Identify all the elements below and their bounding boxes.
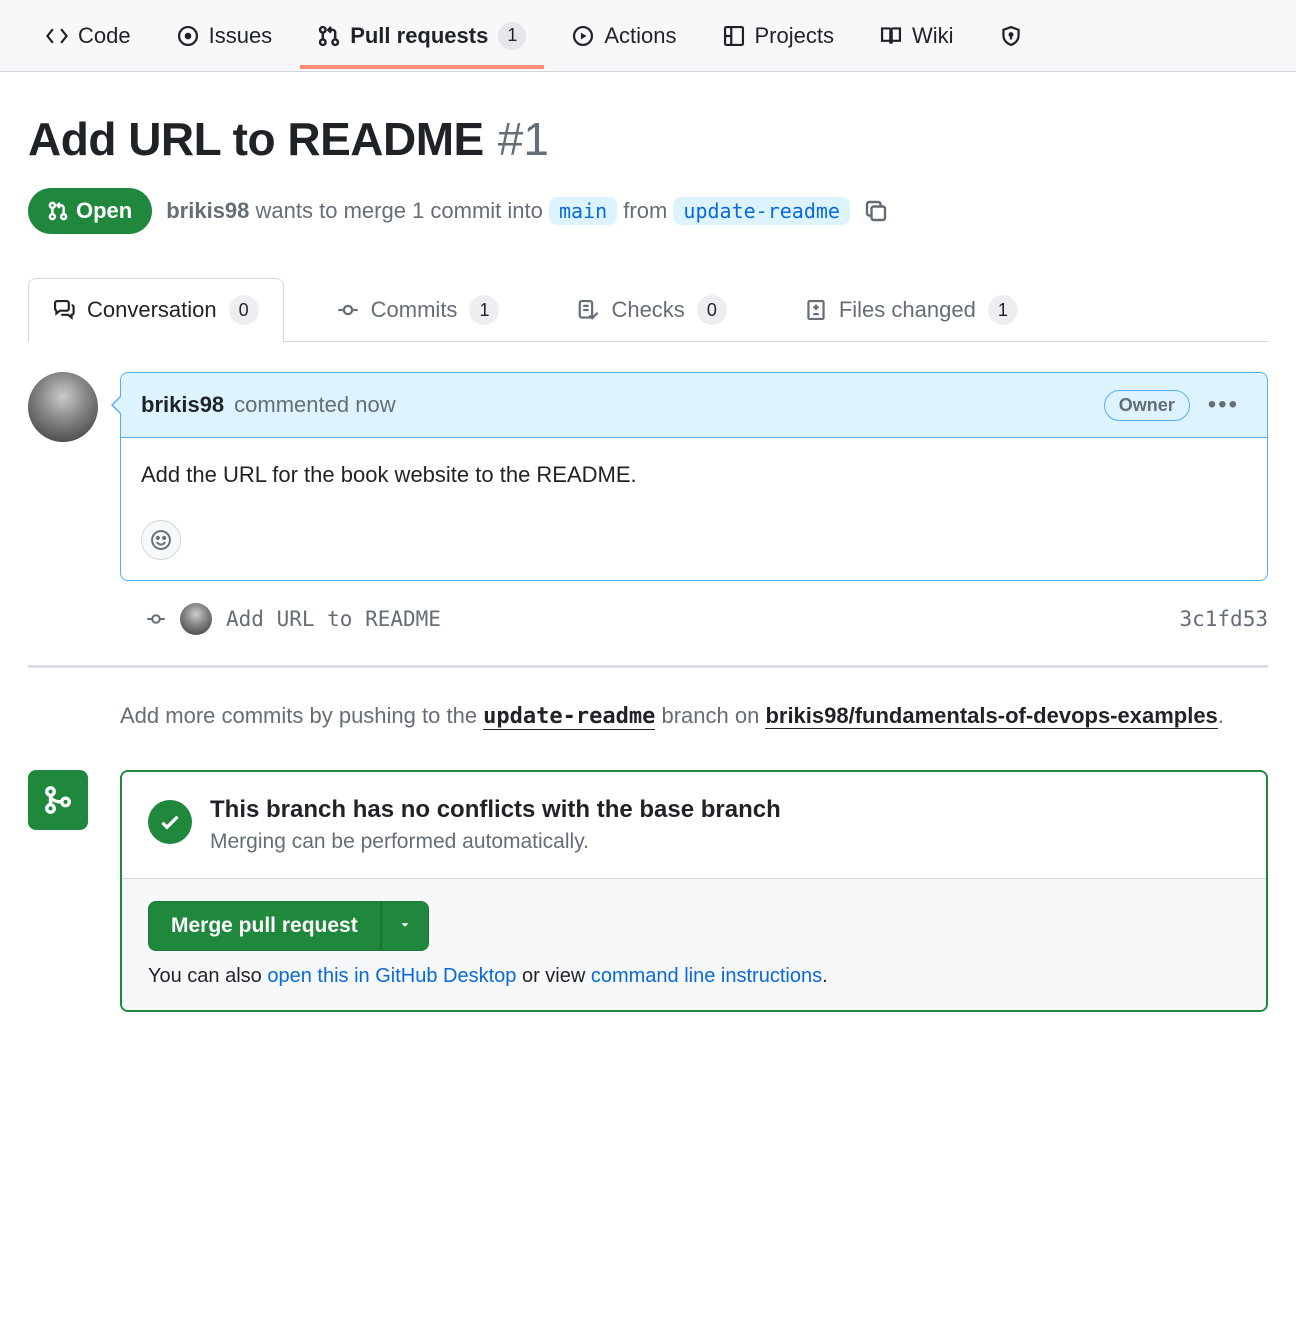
checklist-icon bbox=[577, 299, 599, 321]
push-hint-middle: branch on bbox=[655, 703, 765, 728]
shield-icon bbox=[1000, 25, 1022, 47]
commit-message[interactable]: Add URL to README bbox=[226, 607, 441, 631]
subtab-conversation[interactable]: Conversation 0 bbox=[28, 278, 284, 342]
merge-dropdown-button[interactable] bbox=[381, 901, 429, 951]
comment-box: brikis98 commented now Owner ••• Add the… bbox=[120, 372, 1268, 581]
merge-indicator bbox=[28, 770, 88, 830]
commit-sha[interactable]: 3c1fd53 bbox=[1179, 607, 1268, 631]
push-hint-prefix: Add more commits by pushing to the bbox=[120, 703, 483, 728]
nav-issues[interactable]: Issues bbox=[159, 5, 291, 67]
nav-wiki-label: Wiki bbox=[912, 23, 954, 49]
open-desktop-link[interactable]: open this in GitHub Desktop bbox=[267, 965, 516, 987]
commits-count: 1 bbox=[469, 295, 499, 325]
merge-status-title: This branch has no conflicts with the ba… bbox=[210, 796, 781, 824]
subtab-commits[interactable]: Commits 1 bbox=[312, 278, 525, 341]
nav-actions[interactable]: Actions bbox=[554, 5, 694, 67]
comment-author[interactable]: brikis98 bbox=[141, 392, 224, 418]
subtab-files-label: Files changed bbox=[839, 297, 976, 323]
merge-status: This branch has no conflicts with the ba… bbox=[122, 772, 1266, 878]
play-icon bbox=[572, 25, 594, 47]
caret-down-icon bbox=[398, 918, 412, 932]
state-label: Open bbox=[76, 198, 132, 224]
merge-actions: Merge pull request You can also open thi… bbox=[122, 878, 1266, 1010]
nav-actions-label: Actions bbox=[604, 23, 676, 49]
divider bbox=[28, 665, 1268, 668]
pr-meta: Open brikis98 wants to merge 1 commit in… bbox=[28, 188, 1268, 234]
state-badge-open: Open bbox=[28, 188, 152, 234]
comment-time: commented now bbox=[234, 392, 395, 418]
nav-pr-label: Pull requests bbox=[350, 23, 488, 49]
project-icon bbox=[723, 25, 745, 47]
nav-security[interactable] bbox=[982, 7, 1022, 65]
smiley-icon bbox=[150, 529, 172, 551]
checks-count: 0 bbox=[697, 295, 727, 325]
nav-pull-requests[interactable]: Pull requests 1 bbox=[300, 4, 544, 68]
code-icon bbox=[46, 25, 68, 47]
pull-request-icon bbox=[48, 201, 68, 221]
nav-projects[interactable]: Projects bbox=[705, 5, 852, 67]
copy-icon[interactable] bbox=[864, 199, 888, 223]
merge-hint-middle: or view bbox=[516, 965, 590, 987]
nav-issues-label: Issues bbox=[209, 23, 273, 49]
base-branch[interactable]: main bbox=[549, 197, 617, 225]
subtab-commits-label: Commits bbox=[371, 297, 458, 323]
pr-number: #1 bbox=[498, 112, 549, 166]
avatar[interactable] bbox=[180, 603, 212, 635]
merge-button[interactable]: Merge pull request bbox=[148, 901, 381, 951]
repo-nav: Code Issues Pull requests 1 Actions Proj… bbox=[0, 0, 1296, 72]
avatar[interactable] bbox=[28, 372, 98, 442]
comment-icon bbox=[53, 299, 75, 321]
nav-code-label: Code bbox=[78, 23, 131, 49]
from-word: from bbox=[623, 198, 667, 223]
check-icon bbox=[148, 800, 192, 844]
merge-hint-suffix: . bbox=[822, 965, 828, 987]
pr-title: Add URL to README bbox=[28, 112, 484, 166]
git-merge-icon bbox=[43, 785, 73, 815]
merge-hint: You can also open this in GitHub Desktop… bbox=[148, 965, 1240, 988]
push-hint: Add more commits by pushing to the updat… bbox=[120, 698, 1268, 734]
book-icon bbox=[880, 25, 902, 47]
subtab-checks[interactable]: Checks 0 bbox=[552, 278, 751, 341]
add-reaction-button[interactable] bbox=[141, 520, 181, 560]
owner-badge: Owner bbox=[1104, 390, 1190, 421]
subtab-conversation-label: Conversation bbox=[87, 297, 217, 323]
cli-instructions-link[interactable]: command line instructions bbox=[591, 965, 822, 987]
file-diff-icon bbox=[805, 299, 827, 321]
pr-title-row: Add URL to README #1 bbox=[28, 112, 1268, 166]
pull-request-icon bbox=[318, 25, 340, 47]
head-branch[interactable]: update-readme bbox=[673, 197, 850, 225]
subtab-files[interactable]: Files changed 1 bbox=[780, 278, 1043, 341]
merge-summary: brikis98 wants to merge 1 commit into ma… bbox=[166, 197, 850, 225]
comment-header: brikis98 commented now Owner ••• bbox=[121, 373, 1267, 438]
conversation-count: 0 bbox=[229, 295, 259, 325]
nav-code[interactable]: Code bbox=[28, 5, 149, 67]
nav-wiki[interactable]: Wiki bbox=[862, 5, 972, 67]
kebab-menu[interactable]: ••• bbox=[1200, 387, 1247, 423]
comment-body: Add the URL for the book website to the … bbox=[121, 438, 1267, 512]
merge-panel: This branch has no conflicts with the ba… bbox=[120, 770, 1268, 1012]
push-hint-branch: update-readme bbox=[483, 704, 655, 730]
files-count: 1 bbox=[988, 295, 1018, 325]
commit-icon bbox=[337, 299, 359, 321]
nav-projects-label: Projects bbox=[755, 23, 834, 49]
push-hint-suffix: . bbox=[1218, 703, 1224, 728]
merge-status-sub: Merging can be performed automatically. bbox=[210, 830, 781, 854]
pr-author[interactable]: brikis98 bbox=[166, 198, 249, 223]
merge-verb: wants to merge 1 commit into bbox=[256, 198, 543, 223]
commit-row: Add URL to README 3c1fd53 bbox=[120, 581, 1268, 657]
issue-icon bbox=[177, 25, 199, 47]
merge-hint-prefix: You can also bbox=[148, 965, 267, 987]
nav-pr-count: 1 bbox=[498, 22, 526, 50]
pr-subtabs: Conversation 0 Commits 1 Checks 0 Files … bbox=[28, 278, 1268, 342]
push-hint-repo[interactable]: brikis98/fundamentals-of-devops-examples bbox=[765, 703, 1217, 729]
subtab-checks-label: Checks bbox=[611, 297, 684, 323]
commit-icon bbox=[146, 609, 166, 629]
